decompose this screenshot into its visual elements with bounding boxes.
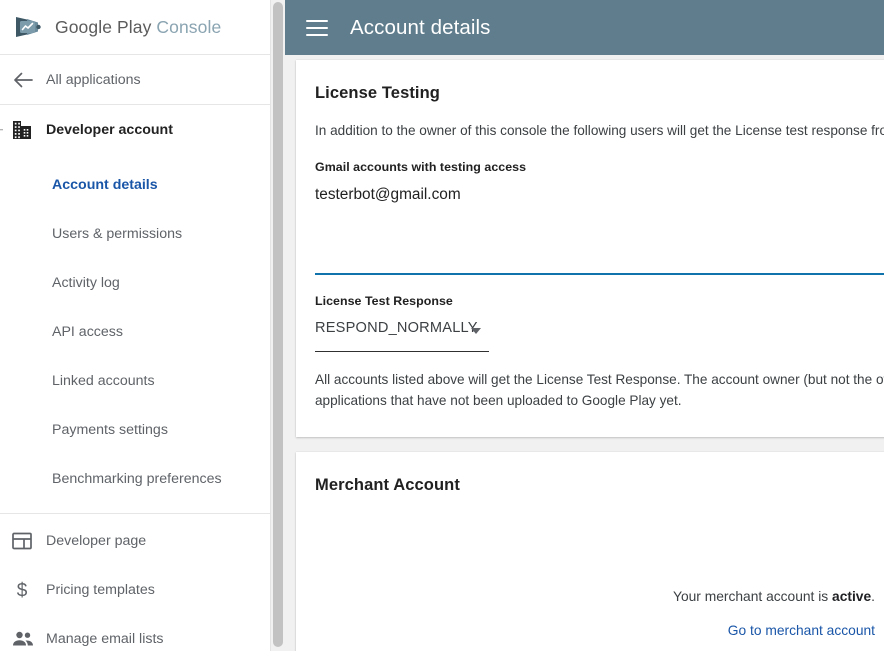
app-root: Google Play Console All applications Dev… — [0, 0, 884, 651]
building-domain-icon — [12, 120, 46, 140]
sidebar-item-api-access[interactable]: API access — [0, 307, 270, 356]
license-test-response-label: License Test Response — [315, 294, 453, 308]
go-to-merchant-account-link[interactable]: Go to merchant account — [728, 623, 875, 638]
license-testing-description: In addition to the owner of this console… — [315, 123, 884, 138]
sidebar-item-label-pricing-templates: Pricing templates — [46, 581, 155, 598]
sidebar-item-label-users-permissions: Users & permissions — [52, 225, 183, 242]
chevron-down-icon — [471, 328, 481, 334]
brand-header[interactable]: Google Play Console — [0, 0, 270, 55]
license-testing-title: License Testing — [315, 84, 440, 102]
sidebar-item-label-manage-email-lists: Manage email lists — [46, 630, 164, 647]
sidebar-scrollbar-thumb[interactable] — [273, 2, 283, 647]
sidebar-item-benchmarking-preferences[interactable]: Benchmarking preferences — [0, 454, 270, 503]
sidebar-item-pricing-templates[interactable]: $ Pricing templates — [0, 565, 270, 614]
sidebar-item-all-applications[interactable]: All applications — [0, 55, 270, 104]
merchant-status-prefix: Your merchant account is — [673, 589, 833, 604]
brand-name-secondary: Console — [156, 16, 222, 37]
hamburger-bar — [306, 26, 328, 29]
sidebar-active-marker — [0, 128, 3, 131]
page-title: Account details — [350, 15, 491, 39]
license-testing-body: In addition to the owner of this console… — [296, 120, 884, 411]
dollar-sign-icon: $ — [12, 579, 46, 601]
sidebar: Google Play Console All applications Dev… — [0, 0, 270, 651]
people-group-icon — [12, 631, 46, 647]
google-play-console-logo-icon — [14, 14, 44, 40]
select-underline — [315, 350, 489, 352]
sidebar-item-activity-log[interactable]: Activity log — [0, 258, 270, 307]
sidebar-item-label-all-applications: All applications — [46, 71, 141, 88]
brand-text: Google Play Console — [55, 17, 221, 38]
svg-text:$: $ — [17, 580, 28, 601]
developer-page-icon — [12, 532, 46, 550]
sidebar-item-users-permissions[interactable]: Users & permissions — [0, 209, 270, 258]
brand-name-primary: Google Play — [55, 16, 152, 37]
merchant-account-status-block: Your merchant account is active. Go to m… — [315, 589, 875, 640]
gmail-accounts-label: Gmail accounts with testing access — [315, 160, 527, 174]
sidebar-item-manage-email-lists[interactable]: Manage email lists — [0, 614, 270, 651]
license-test-response-select[interactable]: RESPOND_NORMALLY — [315, 318, 489, 352]
hamburger-bar — [306, 33, 328, 36]
merchant-account-title: Merchant Account — [315, 476, 460, 494]
license-test-response-note: All accounts listed above will get the L… — [315, 372, 884, 408]
license-test-response-value: RESPOND_NORMALLY — [315, 320, 478, 336]
sidebar-item-label-activity-log: Activity log — [52, 274, 120, 291]
app-header: Account details — [285, 0, 884, 55]
arrow-left-icon — [12, 71, 46, 89]
sidebar-item-developer-page[interactable]: Developer page — [0, 516, 270, 565]
gmail-accounts-input[interactable]: testerbot@gmail.com — [315, 182, 884, 275]
sidebar-item-payments-settings[interactable]: Payments settings — [0, 405, 270, 454]
sidebar-item-label-benchmarking-preferences: Benchmarking preferences — [52, 470, 222, 487]
sidebar-item-label-developer-account: Developer account — [46, 121, 173, 138]
sidebar-item-account-details[interactable]: Account details — [0, 160, 270, 209]
merchant-account-status: Your merchant account is active. — [315, 589, 875, 604]
gmail-accounts-value: testerbot@gmail.com — [315, 186, 461, 203]
sidebar-sub-list: Account details Users & permissions Acti… — [0, 154, 270, 513]
sidebar-item-linked-accounts[interactable]: Linked accounts — [0, 356, 270, 405]
merchant-account-card: Merchant Account Your merchant account i… — [296, 452, 884, 651]
sidebar-scrollbar[interactable] — [270, 0, 285, 651]
sidebar-item-label-developer-page: Developer page — [46, 532, 147, 549]
hamburger-bar — [306, 19, 328, 22]
main-content: License Testing In addition to the owner… — [285, 55, 884, 651]
license-testing-card: License Testing In addition to the owner… — [296, 60, 884, 437]
sidebar-item-developer-account[interactable]: Developer account — [0, 105, 270, 154]
merchant-status-value: active — [832, 589, 872, 604]
merchant-status-suffix: . — [871, 589, 875, 604]
hamburger-menu-icon[interactable] — [306, 19, 328, 36]
gmail-accounts-focus-underline — [315, 273, 884, 275]
sidebar-lower-list: Developer page $ Pricing templates Manag… — [0, 513, 270, 651]
sidebar-item-label-api-access: API access — [52, 323, 123, 340]
sidebar-item-label-account-details: Account details — [52, 176, 158, 193]
merchant-account-body: Your merchant account is active. Go to m… — [296, 495, 884, 640]
sidebar-item-label-linked-accounts: Linked accounts — [52, 372, 155, 389]
sidebar-item-label-payments-settings: Payments settings — [52, 421, 168, 438]
